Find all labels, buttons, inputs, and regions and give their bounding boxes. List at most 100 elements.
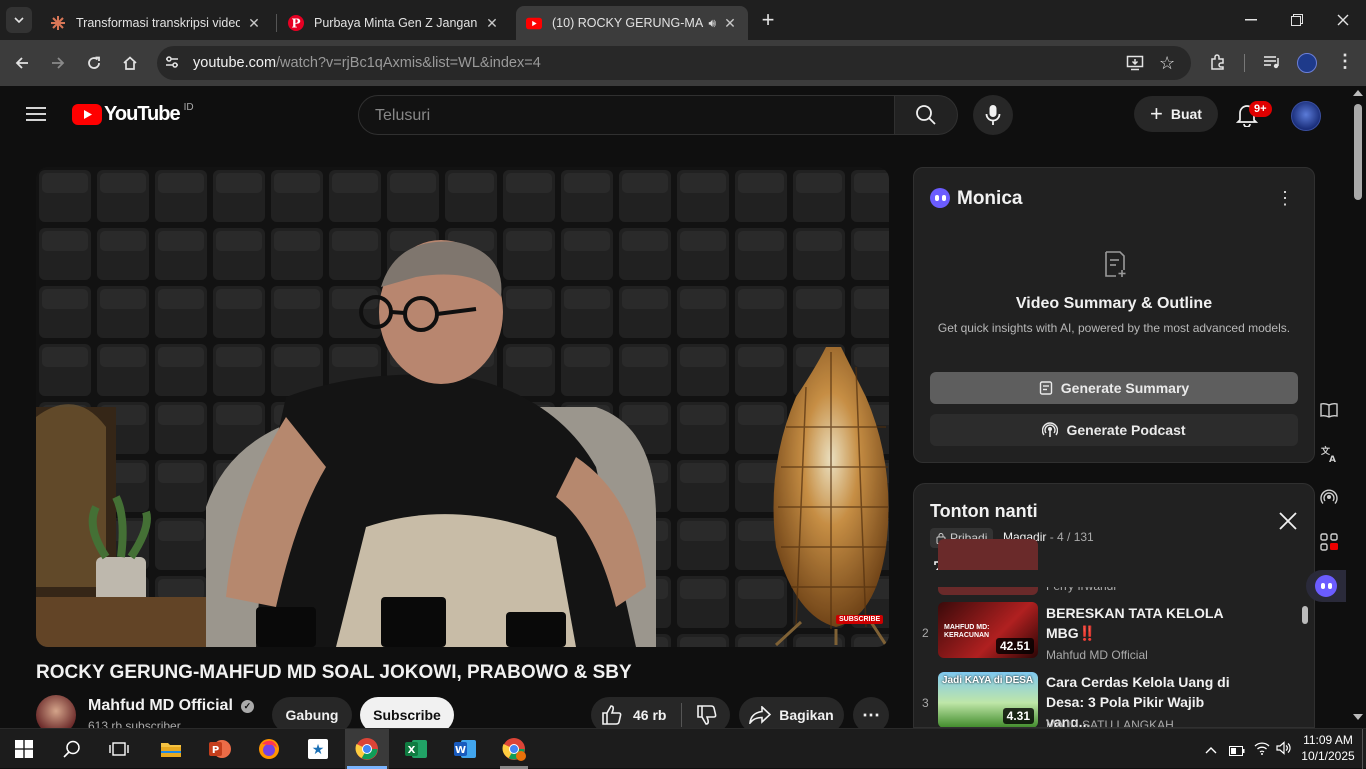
- browser-menu-icon[interactable]: ⋮: [1336, 51, 1354, 72]
- claude-favicon-icon: [50, 15, 66, 31]
- close-window-button[interactable]: [1330, 7, 1356, 33]
- scroll-up-arrow[interactable]: [1353, 90, 1363, 96]
- video-player[interactable]: SUBSCRIBE: [36, 167, 889, 647]
- subscribe-watermark[interactable]: SUBSCRIBE: [836, 615, 884, 624]
- windows-taskbar: P ★ X W 11:09 AM 10/1/2025: [0, 728, 1366, 769]
- forward-button[interactable]: [45, 50, 71, 76]
- chrome-profile-icon[interactable]: [500, 735, 528, 763]
- tab-close-icon[interactable]: ✕: [246, 15, 262, 32]
- taskbar-search-button[interactable]: [58, 735, 86, 763]
- excel-icon[interactable]: X: [402, 735, 430, 763]
- reload-button[interactable]: [81, 50, 107, 76]
- playlist-item-channel: MAJU SATU LANGKAH: [1046, 718, 1174, 728]
- tab-close-icon[interactable]: ✕: [722, 15, 738, 32]
- monica-menu-icon[interactable]: ⋮: [1276, 188, 1294, 209]
- scroll-down-arrow[interactable]: [1353, 714, 1363, 720]
- site-info-icon[interactable]: [163, 53, 183, 73]
- document-sparkle-icon: [1102, 250, 1128, 283]
- youtube-logo-text: YouTube: [104, 103, 181, 125]
- monica-face-icon: [1315, 575, 1337, 597]
- generate-summary-button[interactable]: Generate Summary: [930, 372, 1298, 404]
- tab-transkripsi[interactable]: Transformasi transkripsi video m ✕: [40, 6, 272, 40]
- hamburger-menu-icon[interactable]: [26, 106, 46, 127]
- youtube-play-icon: [72, 104, 102, 125]
- plus-icon: +: [1150, 101, 1163, 126]
- close-icon: [1337, 14, 1349, 26]
- powerpoint-icon[interactable]: P: [206, 735, 234, 763]
- arrow-left-icon: [15, 57, 28, 69]
- tab-youtube-active[interactable]: (10) ROCKY GERUNG-MAHF 🔊︎ ✕: [516, 6, 748, 40]
- reader-icon[interactable]: [1316, 397, 1342, 423]
- monica-heading: Video Summary & Outline: [1015, 295, 1213, 312]
- youtube-logo[interactable]: YouTube ID: [72, 102, 194, 126]
- file-explorer-icon[interactable]: [157, 735, 185, 763]
- playlist-scrollbar[interactable]: [1302, 588, 1308, 727]
- page-scrollbar[interactable]: [1350, 86, 1366, 728]
- generate-podcast-button[interactable]: Generate Podcast: [930, 414, 1298, 446]
- monica-description: Get quick insights with AI, powered by t…: [937, 321, 1291, 335]
- playlist-title[interactable]: Tonton nanti: [930, 501, 1038, 522]
- create-button[interactable]: + Buat: [1134, 96, 1218, 132]
- monica-logo-icon: [930, 188, 950, 208]
- firefox-icon[interactable]: [255, 735, 283, 763]
- show-desktop-button[interactable]: [1362, 729, 1366, 769]
- taskbar-clock[interactable]: 11:09 AM 10/1/2025: [1300, 732, 1356, 764]
- channel-name[interactable]: Mahfud MD Official ✓: [88, 697, 254, 715]
- new-tab-button[interactable]: +: [755, 7, 781, 33]
- dislike-button[interactable]: [696, 705, 718, 725]
- close-playlist-icon[interactable]: [1278, 511, 1298, 536]
- voice-search-button[interactable]: [973, 95, 1013, 135]
- video-duration: 4.31: [1002, 708, 1034, 724]
- volume-icon[interactable]: [1276, 741, 1292, 760]
- arrow-right-icon: [52, 57, 65, 69]
- browser-tab-strip: Transformasi transkripsi video m ✕ P Pur…: [0, 0, 1366, 40]
- bookmark-star-icon[interactable]: ☆: [1159, 53, 1175, 74]
- minimize-button[interactable]: [1238, 7, 1264, 33]
- chrome-icon[interactable]: [353, 735, 381, 763]
- start-button[interactable]: [10, 735, 38, 763]
- taskbar-date: 10/1/2025: [1301, 749, 1355, 763]
- video-title: ROCKY GERUNG-MAHFUD MD SOAL JOKOWI, PRAB…: [36, 662, 632, 683]
- wifi-icon[interactable]: [1254, 741, 1270, 760]
- taskbar-time: 11:09 AM: [1303, 733, 1353, 747]
- playlist-item[interactable]: 2 MAHFUD MD: KERACUNAN 42.51 BERESKAN TA…: [914, 602, 1314, 664]
- search-icon: [916, 105, 936, 125]
- profile-avatar[interactable]: [1297, 53, 1317, 73]
- monica-assistant-button[interactable]: [1306, 570, 1346, 602]
- apps-icon[interactable]: [1316, 529, 1342, 555]
- search-button[interactable]: [894, 95, 958, 135]
- create-label: Buat: [1170, 106, 1202, 122]
- thumbs-down-icon: [697, 705, 717, 725]
- task-view-button[interactable]: [105, 735, 133, 763]
- word-icon[interactable]: W: [451, 735, 479, 763]
- scroll-thumb[interactable]: [1354, 104, 1362, 200]
- battery-icon[interactable]: [1229, 743, 1245, 761]
- tab-close-icon[interactable]: ✕: [484, 15, 500, 32]
- home-button[interactable]: [117, 50, 143, 76]
- home-icon: [123, 56, 137, 70]
- speaker-icon[interactable]: 🔊︎: [708, 16, 716, 31]
- search-input[interactable]: Telusuri: [358, 95, 895, 135]
- url-domain: youtube.com: [193, 55, 277, 71]
- tab-search-button[interactable]: [6, 7, 32, 33]
- pinned-app-star-icon[interactable]: ★: [304, 735, 332, 763]
- video-thumbnail: Jadi KAYA di DESA 4.31: [938, 672, 1038, 727]
- translate-icon[interactable]: 文A: [1316, 441, 1342, 467]
- tab-purbaya[interactable]: P Purbaya Minta Gen Z Jangan Ta ✕: [278, 6, 510, 40]
- notification-badge: 9+: [1249, 101, 1272, 117]
- back-button[interactable]: [9, 50, 35, 76]
- svg-text:★: ★: [312, 742, 325, 758]
- account-avatar[interactable]: [1291, 101, 1321, 131]
- media-control-icon[interactable]: [1263, 54, 1281, 75]
- search-icon: [63, 740, 80, 758]
- extensions-icon[interactable]: [1209, 53, 1227, 76]
- playlist-item[interactable]: 3 Jadi KAYA di DESA 4.31 Cara Cerdas Kel…: [914, 672, 1314, 728]
- windows-logo-icon: [15, 740, 33, 758]
- podcast-side-icon[interactable]: [1316, 485, 1342, 511]
- install-app-icon[interactable]: [1126, 54, 1144, 77]
- show-hidden-icons-chevron-icon[interactable]: [1205, 741, 1217, 759]
- restore-button[interactable]: [1284, 7, 1310, 33]
- svg-text:P: P: [291, 17, 300, 31]
- url-path: /watch?v=rjBc1qAxmis&list=WL&index=4: [276, 55, 541, 71]
- microphone-icon: [985, 105, 1001, 125]
